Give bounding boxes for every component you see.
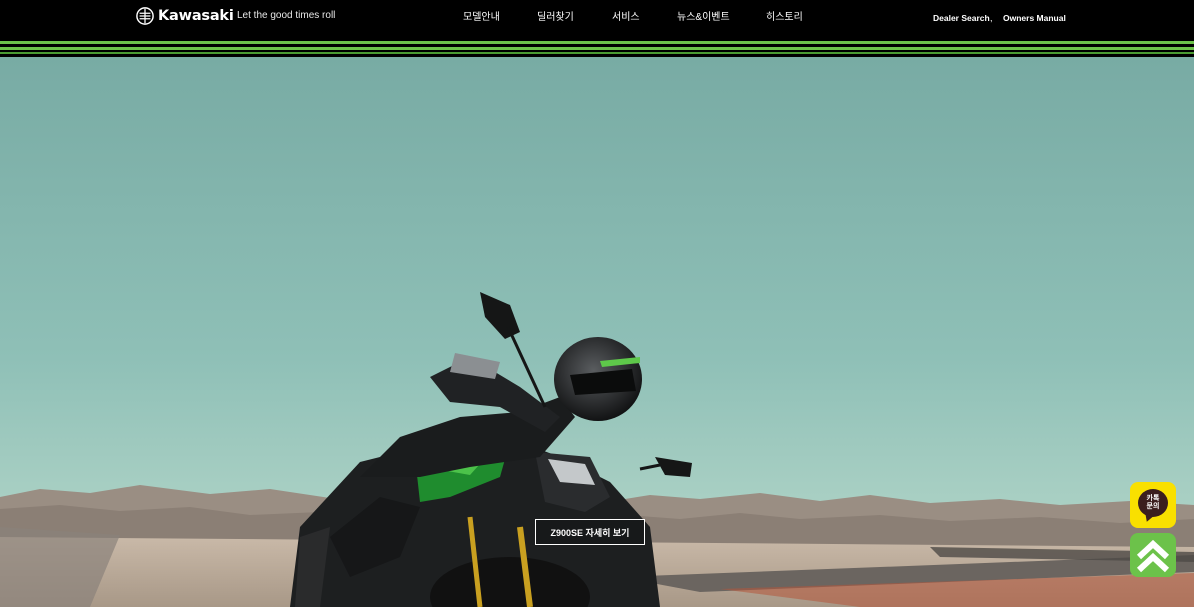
util-separator: , [990,13,993,23]
stripe-bottom [0,52,1194,54]
nav-item-history[interactable]: 히스토리 [766,11,803,25]
page: Kawasaki Let the good times roll 모델안내 딜러… [0,0,1194,607]
nav-item-service[interactable]: 서비스 [612,11,640,25]
nav-item-news-events[interactable]: 뉴스&이벤트 [677,11,730,25]
kakao-inquiry-button[interactable]: 카톡문의 [1130,482,1176,528]
nav-item-models[interactable]: 모델안내 [463,11,500,25]
site-header: Kawasaki Let the good times roll 모델안내 딜러… [0,0,1194,40]
stripe-top [0,41,1194,44]
kakao-inquiry-label: 카톡문의 [1146,495,1160,510]
kawasaki-river-mark-icon [136,7,154,25]
nav-item-dealer-finder[interactable]: 딜러찾기 [537,11,574,25]
brand-name: Kawasaki [158,8,234,24]
dealer-search-link[interactable]: Dealer Search [933,12,990,24]
owners-manual-link[interactable]: Owners Manual [1003,12,1066,24]
stripe-middle [0,47,1194,50]
brand-tagline: Let the good times roll [237,10,336,21]
z900se-detail-button[interactable]: Z900SE 자세히 보기 [535,519,645,545]
kawasaki-logo[interactable]: Kawasaki [136,6,234,26]
double-chevron-up-icon [1136,539,1170,573]
chat-bubble-icon: 카톡문의 [1138,489,1168,517]
brand-stripes [0,40,1194,57]
scroll-top-button[interactable] [1130,533,1176,577]
